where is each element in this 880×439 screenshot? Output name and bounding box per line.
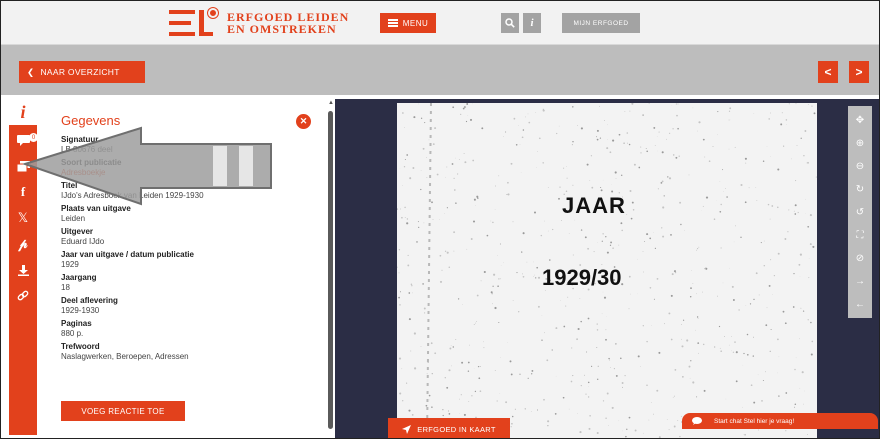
- erfgoed-in-kaart-button[interactable]: ERFGOED IN KAART: [388, 418, 510, 438]
- facebook-icon[interactable]: f: [9, 181, 37, 203]
- soort-publicatie-link[interactable]: Adresboekje: [61, 168, 301, 178]
- close-panel-button[interactable]: ✕: [296, 114, 311, 129]
- next-record-button[interactable]: >: [849, 61, 869, 83]
- field-value: 1929: [61, 260, 79, 269]
- field-label: Paginas: [61, 319, 92, 328]
- chevron-left-icon: ❮: [27, 66, 35, 77]
- field-value: LB 80676 deel: [61, 145, 113, 154]
- page: ERFGOED LEIDEN EN OMSTREKEN MENU i MIJN …: [0, 0, 880, 439]
- field-deel: Deel aflevering 1929-1930: [61, 296, 301, 316]
- next-page-icon[interactable]: →: [848, 271, 872, 291]
- field-jaargang: Jaargang 18: [61, 273, 301, 293]
- viewer-toolbar: ✥ ⊕ ⊖ ↻ ↺ ⛶ ⊘ → ←: [848, 106, 872, 318]
- search-button[interactable]: [501, 13, 519, 33]
- add-reaction-button[interactable]: VOEG REACTIE TOE: [61, 401, 185, 421]
- details-panel: Gegevens ✕ Signatuur LB 80676 deel Soort …: [37, 99, 327, 435]
- mijn-erfgoed-button[interactable]: MIJN ERFGOED: [562, 13, 640, 33]
- field-trefwoord: Trefwoord Naslagwerken, Beroepen, Adresse…: [61, 342, 301, 362]
- back-to-overview-button[interactable]: ❮ NAAR OVERZICHT: [19, 61, 145, 83]
- panel-title: Gegevens: [61, 113, 121, 128]
- field-value: Leiden: [61, 214, 86, 223]
- rotate-left-icon[interactable]: ↺: [848, 202, 872, 222]
- fullscreen-icon[interactable]: ⛶: [848, 225, 872, 245]
- scan-year: 1929/30: [542, 265, 622, 290]
- field-value: 18: [61, 283, 70, 292]
- site-header: ERFGOED LEIDEN EN OMSTREKEN MENU i MIJN …: [1, 1, 879, 45]
- prev-page-icon[interactable]: ←: [848, 294, 872, 314]
- scroll-up-icon[interactable]: ▲: [327, 99, 335, 107]
- info-button[interactable]: i: [523, 13, 541, 33]
- search-icon: [505, 18, 515, 28]
- comment-button[interactable]: 0: [9, 129, 38, 151]
- image-viewer[interactable]: JAAR 1929/30: [335, 99, 879, 438]
- x-icon[interactable]: 𝕏: [9, 207, 37, 229]
- info-toggle-icon[interactable]: i: [9, 99, 37, 125]
- field-label: Signatuur: [61, 135, 99, 144]
- location-arrow-icon: [402, 424, 412, 434]
- back-label: NAAR OVERZICHT: [40, 67, 120, 77]
- link-button[interactable]: [9, 285, 37, 307]
- share-rail-body: 0 f 𝕏 𝓅: [9, 125, 38, 435]
- chat-label: Start chat Stel hier je vraag!: [714, 417, 795, 425]
- field-jaar: Jaar van uitgave / datum publicatie 1929: [61, 250, 301, 270]
- logo-mark: [169, 8, 218, 36]
- field-label: Jaargang: [61, 273, 97, 282]
- close-icon: ✕: [299, 116, 308, 126]
- previous-record-button[interactable]: <: [818, 61, 838, 83]
- move-icon[interactable]: ✥: [848, 110, 872, 130]
- field-label: Soort publicatie: [61, 158, 122, 167]
- download-icon: [17, 264, 29, 276]
- share-rail: i 0 f 𝕏 𝓅: [9, 99, 38, 435]
- field-label: Titel: [61, 181, 78, 190]
- field-label: Jaar van uitgave / datum publicatie: [61, 250, 194, 259]
- download-button[interactable]: [9, 259, 37, 281]
- scanned-page[interactable]: JAAR 1929/30: [397, 103, 817, 438]
- field-signatuur: Signatuur LB 80676 deel: [61, 135, 301, 155]
- zoom-out-icon[interactable]: ⊖: [848, 156, 872, 176]
- rotate-right-icon[interactable]: ↻: [848, 179, 872, 199]
- field-paginas: Paginas 880 p.: [61, 319, 301, 339]
- chat-icon: [692, 417, 702, 425]
- hamburger-icon: [387, 19, 398, 27]
- field-value: Naslagwerken, Beroepen, Adressen: [61, 352, 189, 361]
- logo[interactable]: ERFGOED LEIDEN EN OMSTREKEN: [169, 8, 349, 37]
- field-value: 1929-1930: [61, 306, 100, 315]
- pinterest-icon[interactable]: 𝓅: [9, 233, 37, 255]
- field-value: 880 p.: [61, 329, 84, 338]
- comment-icon: [16, 134, 30, 146]
- field-label: Plaats van uitgave: [61, 204, 131, 213]
- menu-button[interactable]: MENU: [380, 13, 436, 33]
- field-label: Uitgever: [61, 227, 94, 236]
- copy-icon: [16, 160, 30, 172]
- metadata-list: Signatuur LB 80676 deel Soort publicatie A…: [61, 135, 301, 365]
- zoom-in-icon[interactable]: ⊕: [848, 133, 872, 153]
- info-icon: i: [530, 17, 534, 29]
- copy-button[interactable]: [9, 155, 37, 177]
- chat-widget[interactable]: Start chat Stel hier je vraag!: [682, 413, 878, 429]
- field-soort-publicatie: Soort publicatie Adresboekje: [61, 158, 301, 178]
- field-titel: Titel IJdo's Adresboek van Leiden 1929-19…: [61, 181, 301, 201]
- field-label: Trefwoord: [61, 342, 100, 351]
- field-value: Eduard IJdo: [61, 237, 105, 246]
- field-plaats: Plaats van uitgave Leiden: [61, 204, 301, 224]
- logo-text: ERFGOED LEIDEN EN OMSTREKEN: [227, 11, 349, 35]
- kaart-label: ERFGOED IN KAART: [417, 424, 496, 434]
- panel-scroll-thumb[interactable]: [328, 111, 333, 429]
- field-value: IJdo's Adresboek van Leiden 1929-1930: [61, 191, 204, 200]
- field-label: Deel aflevering: [61, 296, 118, 305]
- logo-line-2: EN OMSTREKEN: [227, 22, 337, 36]
- link-icon: [17, 290, 29, 301]
- menu-label: MENU: [402, 18, 429, 28]
- field-uitgever: Uitgever Eduard IJdo: [61, 227, 301, 247]
- compass-icon[interactable]: ⊘: [848, 248, 872, 268]
- scan-heading: JAAR: [562, 193, 626, 218]
